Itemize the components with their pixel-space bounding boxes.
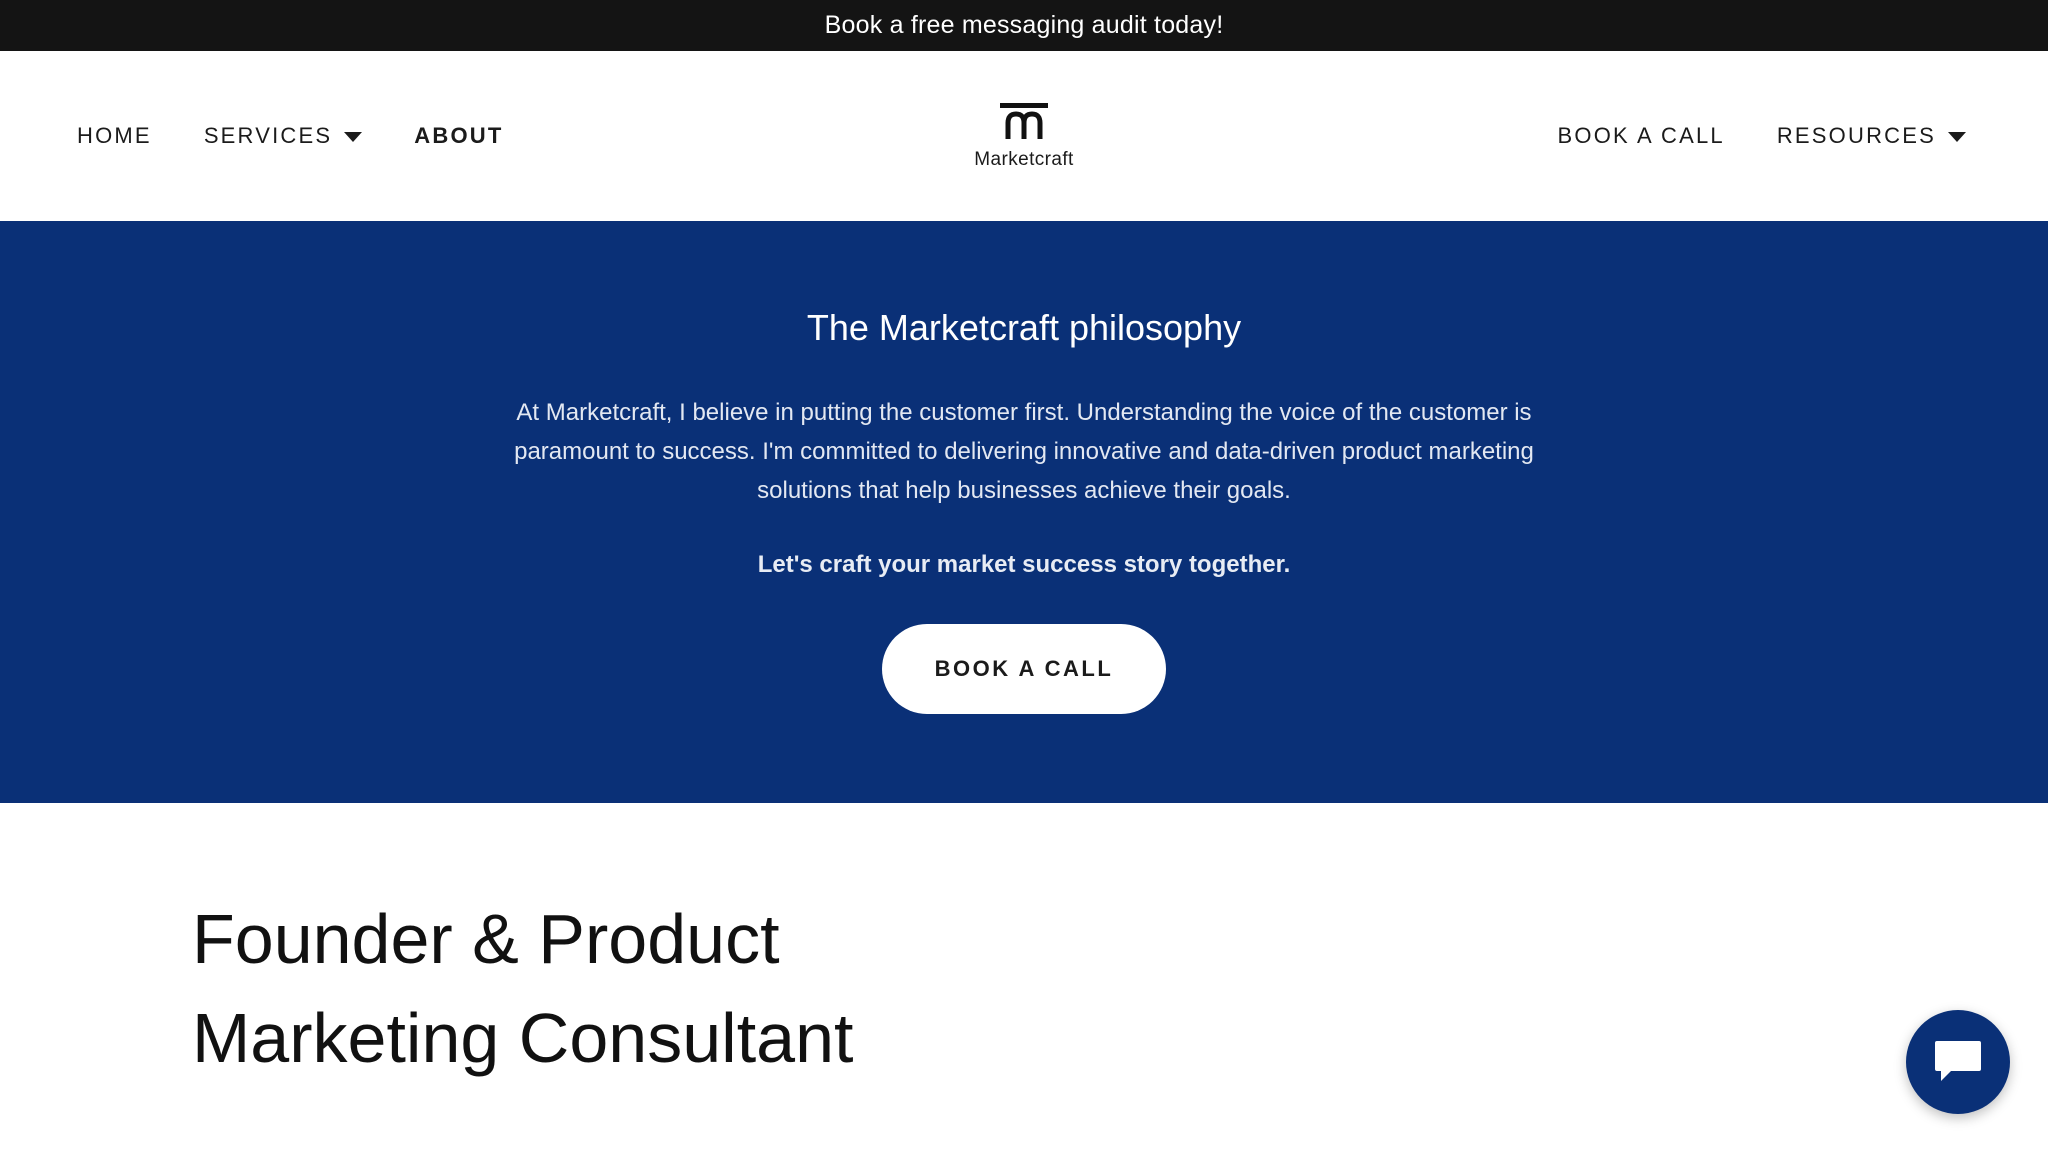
nav-services[interactable]: SERVICES [203,123,363,149]
nav-services-label: SERVICES [203,123,333,148]
nav-about[interactable]: ABOUT [414,123,503,149]
nav-book-a-call[interactable]: BOOK A CALL [1558,123,1725,149]
philosophy-section: The Marketcraft philosophy At Marketcraf… [0,221,2048,803]
nav-resources[interactable]: RESOURCES [1777,123,1966,149]
site-logo[interactable]: Marketcraft [924,101,1124,181]
marketcraft-logo-icon [1000,103,1048,139]
primary-nav-left: HOME SERVICES ABOUT [77,51,556,221]
nav-book-a-call-label: BOOK A CALL [1557,123,1725,148]
philosophy-body: At Marketcraft, I believe in putting the… [514,399,1534,504]
philosophy-tagline: Let's craft your market success story to… [757,551,1291,578]
chevron-down-icon [1948,132,1966,142]
logo-wordmark: Marketcraft [974,149,1074,170]
chat-widget-button[interactable] [1906,1010,2010,1114]
nav-resources-label: RESOURCES [1776,123,1936,148]
announcement-bar: Book a free messaging audit today! [0,0,2048,51]
chevron-down-icon [344,132,363,142]
founder-title: Founder & Product Marketing Consultant [192,900,854,1077]
nav-home-label: HOME [77,123,152,148]
nav-about-label: ABOUT [414,123,504,148]
announcement-text: Book a free messaging audit today! [824,11,1224,39]
nav-home[interactable]: HOME [77,123,152,149]
book-a-call-button[interactable]: BOOK A CALL [882,624,1166,714]
site-header: HOME SERVICES ABOUT Marketcraft BOOK A C… [0,51,2048,221]
chat-bubble-icon [1935,1041,1981,1081]
philosophy-title: The Marketcraft philosophy [806,307,1242,348]
primary-nav-right: BOOK A CALL RESOURCES [1506,51,1966,221]
